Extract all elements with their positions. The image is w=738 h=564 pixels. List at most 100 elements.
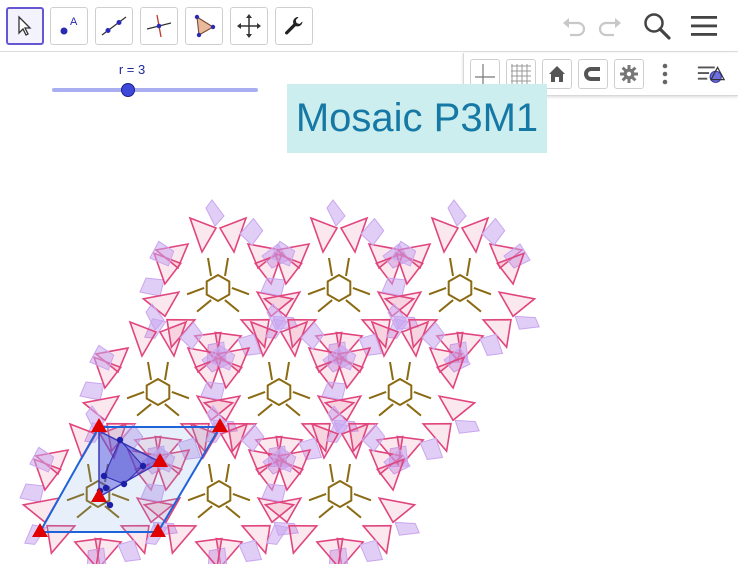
brown-spoke — [307, 287, 326, 296]
control-point — [106, 501, 114, 509]
move-graphics-icon — [237, 14, 261, 38]
search-icon — [644, 13, 671, 40]
brown-spoke — [247, 391, 266, 400]
brown-spoke — [308, 493, 327, 502]
perpendicular-line-icon — [146, 14, 172, 38]
style-bar-toggle-button[interactable] — [696, 59, 726, 89]
lilac-petal — [29, 446, 55, 473]
brown-spoke — [208, 463, 213, 483]
mosaic-canvas[interactable] — [0, 160, 738, 564]
brown-spoke — [317, 299, 333, 313]
brown-spoke — [389, 361, 394, 381]
brown-spoke — [428, 287, 447, 296]
pink-kite — [430, 216, 460, 254]
brown-spoke — [406, 403, 422, 417]
undo-button[interactable] — [556, 8, 592, 44]
lilac-petal — [205, 199, 225, 227]
pink-kite — [167, 524, 198, 556]
brown-spoke — [285, 361, 290, 381]
brown-hexagon — [326, 273, 352, 303]
brown-spoke — [466, 257, 471, 277]
perpendicular-tool-button[interactable] — [140, 7, 178, 45]
brown-spoke — [147, 361, 152, 381]
arrow-cursor-icon — [18, 15, 32, 36]
brown-spoke — [473, 287, 492, 296]
brown-hexagon — [205, 273, 231, 303]
brown-spoke — [406, 361, 411, 381]
brown-spoke — [466, 299, 482, 313]
lilac-petal — [89, 344, 115, 371]
brown-spoke — [449, 257, 454, 277]
control-point — [116, 436, 124, 444]
lilac-petal — [447, 199, 467, 227]
brown-spoke — [196, 299, 212, 313]
search-button[interactable] — [639, 8, 675, 44]
brown-hexagon — [447, 273, 473, 303]
brown-spoke — [346, 505, 362, 519]
brown-hexagon — [327, 479, 353, 509]
move-graphics-tool-button[interactable] — [230, 7, 268, 45]
move-tool-button[interactable] — [6, 7, 44, 45]
fundamental-cell — [32, 418, 228, 537]
brown-spoke — [224, 299, 240, 313]
redo-button[interactable] — [592, 8, 628, 44]
wrench-icon — [285, 17, 303, 35]
brown-spoke — [224, 257, 229, 277]
brown-spoke — [345, 257, 350, 277]
lilac-petal — [139, 277, 165, 297]
brown-spoke — [225, 505, 241, 519]
brown-spoke — [225, 463, 230, 483]
point-tool-button[interactable]: A — [50, 7, 88, 45]
brown-spoke — [285, 403, 301, 417]
brown-spoke — [346, 463, 351, 483]
axes-icon — [475, 64, 495, 84]
brown-spoke — [353, 493, 372, 502]
point-tool-glyph: A — [70, 16, 78, 28]
tools-menu-button[interactable] — [275, 7, 313, 45]
pink-kite — [188, 216, 218, 254]
brown-spoke — [136, 403, 152, 417]
brown-spoke — [292, 391, 311, 400]
brown-spoke — [164, 403, 180, 417]
toolbar: A — [0, 0, 738, 52]
control-point — [100, 472, 108, 480]
pink-kite — [437, 394, 477, 422]
point-capturing-button[interactable] — [578, 59, 608, 89]
lilac-petal — [149, 240, 175, 267]
main-menu-button[interactable] — [686, 8, 722, 44]
more-options-button[interactable] — [650, 59, 680, 89]
slider-handle[interactable] — [121, 83, 135, 97]
brown-spoke — [368, 391, 387, 400]
brown-hexagon — [145, 377, 171, 407]
line-through-points-icon — [101, 16, 127, 36]
lilac-petal — [19, 483, 45, 503]
brown-spoke — [329, 463, 334, 483]
magnet-icon — [584, 67, 600, 81]
brown-spoke — [378, 403, 394, 417]
brown-spoke — [257, 403, 273, 417]
pink-kite — [309, 216, 339, 254]
graphics-settings-button[interactable] — [614, 59, 644, 89]
more-vertical-icon — [662, 63, 668, 85]
brown-spoke — [268, 361, 273, 381]
lilac-petal — [394, 521, 420, 536]
brown-spoke — [352, 287, 371, 296]
polygon-tool-button[interactable] — [185, 7, 223, 45]
menu-icon — [691, 16, 717, 36]
lilac-petal — [514, 315, 540, 330]
home-icon — [549, 66, 565, 82]
style-bar-toggle-icon — [697, 66, 726, 83]
slider-track[interactable] — [52, 88, 258, 92]
brown-hexagon — [266, 377, 292, 407]
brown-spoke — [413, 391, 432, 400]
brown-spoke — [318, 505, 334, 519]
brown-spoke — [126, 391, 145, 400]
control-point — [102, 484, 110, 492]
undo-icon — [563, 18, 586, 37]
lilac-petal — [326, 199, 346, 227]
point-A-icon: A — [60, 16, 78, 35]
brown-spoke — [345, 299, 361, 313]
line-tool-button[interactable] — [95, 7, 133, 45]
brown-spoke — [328, 257, 333, 277]
lilac-petal — [79, 381, 105, 401]
